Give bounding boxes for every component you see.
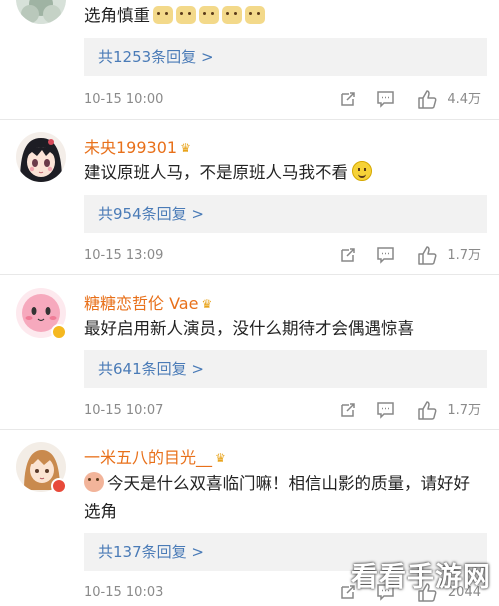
comment-meta: 10-15 10:00 4.4万 [84, 90, 487, 110]
pig-emoji-icon [84, 472, 104, 492]
comment-icon[interactable] [376, 90, 395, 112]
reply-count-link[interactable]: 共954条回复 > [84, 195, 487, 233]
divider [0, 429, 499, 430]
timestamp: 10-15 10:03 [84, 585, 164, 600]
dog-emoji-icon [245, 6, 265, 24]
vip-badge-icon [51, 478, 67, 494]
comment-text: 建议原班人马，不是原班人马我不看 [84, 159, 481, 187]
divider [0, 119, 499, 120]
dog-emoji-icon [176, 6, 196, 24]
verified-badge-icon [51, 324, 67, 340]
reply-count-link[interactable]: 共641条回复 > [84, 350, 487, 388]
username[interactable]: 未央199301 ♛ [84, 134, 191, 158]
share-icon[interactable] [339, 246, 357, 268]
timestamp: 10-15 13:09 [84, 248, 164, 263]
comment-icon[interactable] [376, 246, 395, 268]
like-count: 1.7万 [447, 248, 481, 263]
like-count: 1.7万 [447, 403, 481, 418]
crown-icon: ♛ [215, 451, 226, 465]
like-icon[interactable] [417, 246, 437, 269]
dog-emoji-icon [222, 6, 242, 24]
avatar[interactable] [16, 132, 66, 182]
smile-emoji-icon [352, 161, 372, 181]
share-icon[interactable] [339, 90, 357, 112]
share-icon[interactable] [339, 401, 357, 423]
comment-meta: 10-15 10:07 1.7万 [84, 401, 487, 421]
like-icon[interactable] [417, 401, 437, 424]
dog-emoji-icon [153, 6, 173, 24]
avatar-image-icon [16, 132, 66, 182]
divider [0, 274, 499, 275]
site-watermark: 看看手游网 [351, 562, 491, 593]
comment-meta: 10-15 13:09 1.7万 [84, 246, 487, 266]
like-icon[interactable] [417, 90, 437, 113]
comment-text: 选角慎重 [84, 2, 481, 30]
dog-emoji-icon [199, 6, 219, 24]
crown-icon: ♛ [180, 141, 191, 155]
like-count: 4.4万 [447, 92, 481, 107]
username[interactable]: 糖糖恋哲伦 Vae ♛ [84, 290, 212, 314]
comment-text: 最好启用新人演员，没什么期待才会偶遇惊喜 [84, 319, 414, 338]
avatar[interactable] [16, 0, 66, 24]
timestamp: 10-15 10:00 [84, 92, 164, 107]
avatar-image-icon [16, 0, 66, 24]
username[interactable]: 一米五八的目光__ ♛ [84, 444, 226, 468]
crown-icon: ♛ [201, 297, 213, 311]
timestamp: 10-15 10:07 [84, 403, 164, 418]
comment-text: 今天是什么双喜临门嘛！相信山影的质量，请好好选角 [84, 472, 470, 521]
comment-icon[interactable] [376, 401, 395, 423]
reply-count-link[interactable]: 共1253条回复 > [84, 38, 487, 76]
